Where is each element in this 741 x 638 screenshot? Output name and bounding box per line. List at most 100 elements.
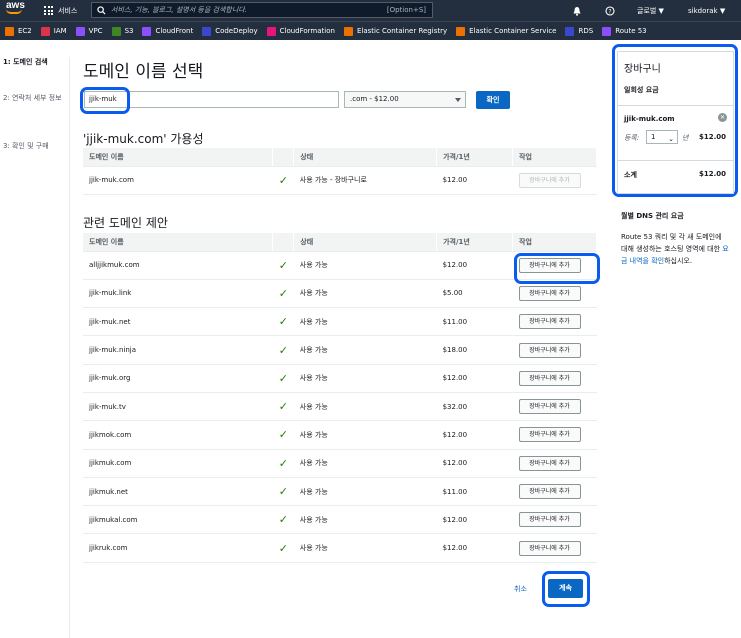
- top-navigation: aws 서비스 서비스, 기능, 블로그, 설명서 등을 검색합니다. [Opt…: [0, 0, 741, 21]
- aws-logo[interactable]: aws: [6, 1, 28, 19]
- add-to-cart-button[interactable]: 장바구니에 추가: [518, 512, 581, 528]
- action-cell: 장바구니에 추가: [512, 420, 597, 450]
- check-icon: ✓: [272, 364, 294, 393]
- years-select[interactable]: 1 ⌄: [646, 130, 678, 144]
- favorite-route-53[interactable]: Route 53: [602, 26, 647, 36]
- service-icon: [266, 26, 276, 36]
- favorite-cloudformation[interactable]: CloudFormation: [266, 26, 335, 36]
- add-to-cart-button[interactable]: 장바구니에 추가: [518, 540, 581, 556]
- year-unit: 년: [682, 134, 689, 142]
- domain-name-input[interactable]: jjik-muk: [84, 91, 339, 108]
- add-to-cart-button[interactable]: 장바구니에 추가: [518, 455, 581, 471]
- x-circle-icon[interactable]: ✕: [718, 113, 727, 122]
- favorite-label: CloudFormation: [279, 27, 335, 35]
- cart-domain: jjik-muk.com: [624, 115, 675, 123]
- step-contact-details[interactable]: 2: 연락처 세부 정보: [3, 93, 65, 103]
- availability-table: 도메인 이름 상태 가격/1년 작업 jjik-muk.com ✓ 사용 가능 …: [83, 148, 597, 195]
- services-menu[interactable]: 서비스: [44, 0, 77, 21]
- price-cell: $12.00: [436, 166, 513, 195]
- divider: [618, 160, 733, 161]
- onetime-fee-label: 일회성 요금: [624, 86, 659, 94]
- divider: [618, 105, 733, 106]
- status-cell: 사용 가능 - 장바구니로: [293, 166, 437, 195]
- favorite-elastic-container-service[interactable]: Elastic Container Service: [456, 26, 556, 36]
- register-label: 등록:: [624, 134, 640, 142]
- region-selector[interactable]: 글로벌 ▼: [637, 0, 664, 21]
- table-row: jjikmok.com ✓ 사용 가능 $12.00 장바구니에 추가: [83, 420, 597, 450]
- service-icon: [602, 26, 612, 36]
- favorite-ec2[interactable]: EC2: [5, 26, 32, 36]
- favorites-bar: EC2 IAM VPC S3 CloudFront CodeDeploy CloudForm…: [0, 21, 741, 40]
- years-value: 1: [651, 133, 656, 141]
- action-cell: 장바구니에 추가: [512, 251, 597, 280]
- favorite-s3[interactable]: S3: [111, 26, 134, 36]
- account-menu[interactable]: sikdorak ▼: [688, 0, 725, 21]
- favorite-rds[interactable]: RDS: [565, 26, 593, 36]
- suggestions-heading: 관련 도메인 제안: [83, 216, 168, 230]
- service-icon: [40, 26, 50, 36]
- favorite-label: S3: [124, 27, 134, 35]
- add-to-cart-button[interactable]: 장바구니에 추가: [518, 370, 581, 386]
- add-to-cart-button[interactable]: 장바구니에 추가: [518, 484, 581, 500]
- add-to-cart-button[interactable]: 장바구니에 추가: [518, 314, 581, 330]
- table-row: jjik-muk.ninja ✓ 사용 가능 $18.00 장바구니에 추가: [83, 335, 597, 365]
- status-cell: 사용 가능: [293, 307, 437, 337]
- favorite-label: EC2: [18, 27, 32, 35]
- favorite-label: Elastic Container Registry: [356, 27, 448, 35]
- service-icon: [343, 26, 353, 36]
- add-to-cart-button[interactable]: 장바구니에 추가: [518, 172, 581, 188]
- search-placeholder: 서비스, 기능, 블로그, 설명서 등을 검색합니다.: [111, 6, 247, 14]
- search-shortcut: [Option+S]: [386, 6, 426, 14]
- cancel-link[interactable]: 취소: [514, 584, 527, 594]
- price-cell: $12.00: [436, 364, 513, 393]
- step-review-purchase[interactable]: 3: 확인 및 구매: [3, 141, 65, 151]
- table-row: jjik-muk.com ✓ 사용 가능 - 장바구니로 $12.00 장바구니…: [83, 166, 597, 195]
- table-row: jjik-muk.tv ✓ 사용 가능 $32.00 장바구니에 추가: [83, 392, 597, 422]
- domain-cell: jjikruk.com: [83, 533, 273, 563]
- check-icon: ✓: [272, 307, 294, 337]
- status-cell: 사용 가능: [293, 251, 437, 280]
- table-row: jjik-muk.link ✓ 사용 가능 $5.00 장바구니에 추가: [83, 279, 597, 309]
- favorite-vpc[interactable]: VPC: [75, 26, 103, 36]
- check-icon: ✓: [272, 449, 294, 478]
- status-cell: 사용 가능: [293, 279, 437, 309]
- favorite-elastic-container-registry[interactable]: Elastic Container Registry: [343, 26, 448, 36]
- domain-cell: jjik-muk.org: [83, 364, 273, 393]
- page-title: 도메인 이름 선택: [83, 62, 204, 82]
- add-to-cart-button[interactable]: 장바구니에 추가: [518, 257, 581, 273]
- action-cell: 장바구니에 추가: [512, 279, 597, 309]
- col-status: 상태: [293, 148, 438, 167]
- action-cell: 장바구니에 추가: [512, 364, 597, 393]
- add-to-cart-button[interactable]: 장바구니에 추가: [518, 399, 581, 415]
- favorite-codedeploy[interactable]: CodeDeploy: [202, 26, 258, 36]
- suggestions-table: 도메인 이름 상태 가격/1년 작업 alljjikmuk.com ✓ 사용 가능 $…: [83, 233, 597, 563]
- check-icon: ✓: [272, 420, 294, 450]
- tld-select[interactable]: .com - $12.00: [344, 91, 466, 108]
- favorite-label: CodeDeploy: [215, 27, 258, 35]
- price-cell: $12.00: [436, 449, 513, 478]
- dns-text-after: 하십시오.: [664, 257, 693, 265]
- favorite-iam[interactable]: IAM: [40, 26, 67, 36]
- favorite-cloudfront[interactable]: CloudFront: [142, 26, 193, 36]
- domain-cell: jjik-muk.net: [83, 307, 273, 337]
- col-action: 작업: [512, 148, 597, 167]
- status-cell: 사용 가능: [293, 420, 437, 450]
- grid-icon: [44, 6, 53, 15]
- continue-button[interactable]: 계속: [548, 579, 583, 598]
- check-button[interactable]: 확인: [476, 91, 510, 109]
- add-to-cart-button[interactable]: 장바구니에 추가: [518, 427, 581, 443]
- bell-icon[interactable]: [572, 0, 582, 21]
- service-icon: [202, 26, 212, 36]
- step-domain-search[interactable]: 1: 도메인 검색: [3, 57, 65, 67]
- price-cell: $32.00: [436, 392, 513, 422]
- add-to-cart-button[interactable]: 장바구니에 추가: [518, 342, 581, 358]
- add-to-cart-button[interactable]: 장바구니에 추가: [518, 285, 581, 301]
- search-input[interactable]: 서비스, 기능, 블로그, 설명서 등을 검색합니다. [Option+S]: [91, 2, 433, 18]
- price-cell: $11.00: [436, 307, 513, 337]
- check-icon: ✓: [272, 392, 294, 422]
- check-icon: ✓: [272, 477, 294, 507]
- help-icon[interactable]: ?: [605, 0, 615, 21]
- action-cell: 장바구니에 추가: [512, 449, 597, 478]
- svg-text:?: ?: [608, 8, 611, 15]
- action-cell: 장바구니에 추가: [512, 505, 597, 535]
